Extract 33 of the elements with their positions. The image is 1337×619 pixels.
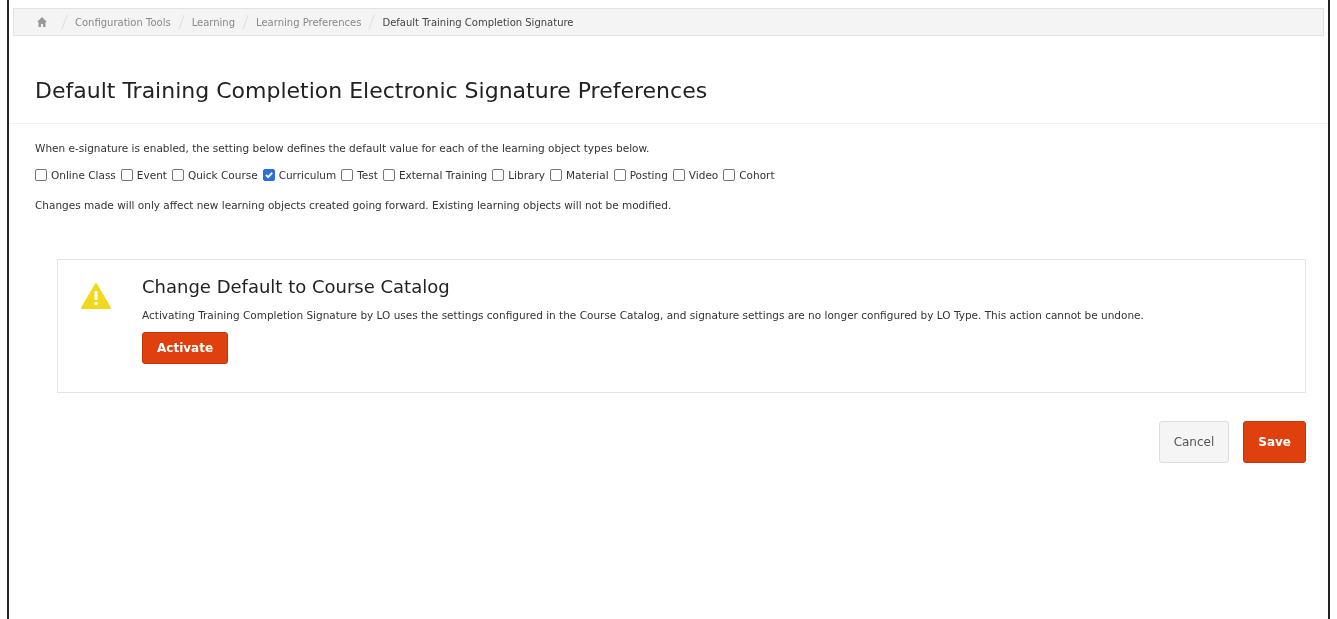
checkbox-label[interactable]: Library [508, 169, 545, 181]
intro-text: When e-signature is enabled, the setting below defines the default value for each of the learning object types below. [35, 142, 651, 154]
checkbox-label[interactable]: Posting [629, 169, 668, 181]
checkbox-label[interactable]: Cohort [739, 169, 775, 181]
checkbox-label[interactable]: Quick Course [187, 169, 258, 181]
checkbox-label[interactable]: Event [136, 169, 167, 181]
checkbox[interactable] [492, 169, 505, 181]
breadcrumb-link[interactable]: Default Training Completion Signature [382, 16, 574, 28]
checkbox[interactable] [171, 169, 184, 181]
checkbox-label[interactable]: Curriculum [278, 169, 337, 181]
checkbox[interactable] [262, 169, 275, 181]
checkbox-label[interactable]: Online Class [51, 169, 116, 181]
checkbox[interactable] [549, 169, 562, 181]
note-text: Changes made will only affect new learning objects created going forward. Existing learning objects will not be modified. [35, 199, 673, 211]
activate-button[interactable]: Activate [142, 332, 229, 364]
checkbox-label[interactable]: Video [688, 169, 719, 181]
cancel-button[interactable]: Cancel [1158, 421, 1230, 463]
checkbox-label[interactable]: Material [565, 169, 609, 181]
checkbox[interactable] [382, 169, 395, 181]
save-button[interactable]: Save [1243, 421, 1306, 463]
warning-icon [80, 282, 112, 310]
checkbox[interactable] [613, 169, 626, 181]
checkbox[interactable] [120, 169, 133, 181]
home-icon[interactable] [36, 16, 48, 28]
card-title: Change Default to Course Catalog [142, 276, 451, 297]
checkbox[interactable] [723, 169, 736, 181]
checkbox[interactable] [341, 169, 354, 181]
checkbox-label[interactable]: Test [357, 169, 378, 181]
checkbox[interactable] [35, 169, 47, 181]
checkbox[interactable] [672, 169, 685, 181]
card-text: Activating Training Completion Signature by LO uses the settings configured in the Course Catalog, and signature settings are no longer configured by LO Type. This action cannot be undone. [142, 308, 1144, 323]
checkbox-label[interactable]: External Training [398, 169, 488, 181]
page-title: Default Training Completion Electronic Signature Preferences [9, 36, 1328, 124]
